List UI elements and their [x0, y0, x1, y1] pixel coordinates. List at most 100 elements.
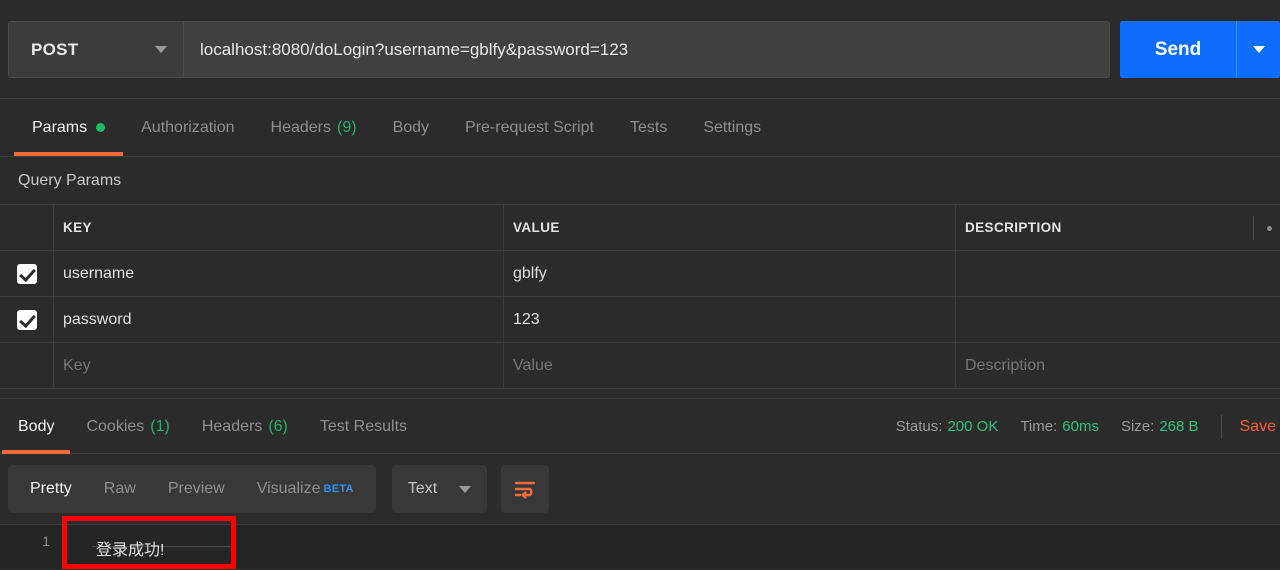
- tab-headers-count: (9): [337, 118, 357, 136]
- http-method-label: POST: [31, 39, 79, 59]
- row-checkbox-cell: [0, 343, 54, 388]
- header-description-cell: DESCRIPTION: [956, 205, 1280, 250]
- size-label: Size:: [1120, 418, 1155, 435]
- row-key-value: username: [63, 264, 135, 282]
- time-badge: Time: 60ms: [1020, 418, 1099, 435]
- url-input[interactable]: localhost:8080/doLogin?username=gblfy&pa…: [184, 22, 1109, 77]
- response-meta: Status: 200 OK Time: 60ms Size: 268 B Save: [896, 399, 1280, 454]
- header-value-cell: VALUE: [504, 205, 956, 250]
- row-description-cell[interactable]: [956, 251, 1280, 296]
- row-checkbox[interactable]: [16, 309, 37, 330]
- row-key-cell[interactable]: password: [54, 297, 504, 342]
- header-divider: [1253, 216, 1254, 240]
- row-value-value: 123: [513, 310, 540, 328]
- wrap-text-icon: [514, 481, 536, 499]
- save-response-button[interactable]: Save: [1240, 418, 1276, 436]
- response-body-viewer[interactable]: 1 登录成功!: [0, 524, 1280, 569]
- meta-divider: [1220, 414, 1222, 439]
- tab-pre-request-script[interactable]: Pre-request Script: [447, 99, 612, 156]
- response-tab-cookies-count: (1): [150, 417, 170, 435]
- column-header-key: KEY: [63, 220, 92, 235]
- table-row[interactable]: username gblfy: [0, 251, 1280, 297]
- send-button[interactable]: Send: [1120, 21, 1236, 78]
- tab-tests-label: Tests: [629, 118, 668, 136]
- format-pretty[interactable]: Pretty: [14, 465, 88, 513]
- tab-params[interactable]: Params: [14, 99, 124, 156]
- row-value-value: gblfy: [513, 264, 547, 282]
- row-key-cell[interactable]: username: [54, 251, 504, 296]
- params-indicator-dot: [96, 123, 106, 132]
- response-tabs: Body Cookies (1) Headers (6) Test Result…: [0, 398, 1280, 454]
- status-value: 200 OK: [947, 418, 999, 435]
- response-tab-cookies[interactable]: Cookies (1): [70, 399, 185, 454]
- column-header-description: DESCRIPTION: [965, 220, 1062, 235]
- row-value-cell[interactable]: 123: [504, 297, 956, 342]
- tab-pre-request-script-label: Pre-request Script: [465, 118, 594, 136]
- format-pretty-label: Pretty: [30, 480, 72, 497]
- format-raw[interactable]: Raw: [88, 465, 152, 513]
- send-options-button[interactable]: [1236, 21, 1280, 78]
- request-tabs: Params Authorization Headers (9) Body Pr…: [0, 99, 1280, 157]
- row-checkbox-cell: [0, 251, 54, 296]
- column-header-value: VALUE: [513, 220, 560, 235]
- url-text: localhost:8080/doLogin?username=gblfy&pa…: [200, 39, 629, 59]
- chevron-down-icon: [1252, 46, 1265, 53]
- row-description-cell[interactable]: Description: [956, 343, 1280, 388]
- tab-authorization[interactable]: Authorization: [123, 99, 252, 156]
- row-key-value: password: [63, 310, 132, 328]
- key-placeholder: Key: [63, 356, 91, 374]
- format-visualize[interactable]: Visualize BETA: [241, 465, 370, 513]
- chevron-down-icon: [459, 485, 472, 493]
- query-params-table: KEY VALUE DESCRIPTION username gblfy pas…: [0, 205, 1280, 389]
- body-type-select[interactable]: Text: [391, 465, 488, 513]
- table-row-empty[interactable]: Key Value Description: [0, 343, 1280, 389]
- http-method-dropdown[interactable]: POST: [9, 22, 184, 77]
- tab-params-label: Params: [32, 118, 88, 136]
- table-row[interactable]: password 123: [0, 297, 1280, 343]
- header-checkbox-cell: [0, 205, 54, 250]
- row-checkbox[interactable]: [16, 263, 37, 284]
- time-value: 60ms: [1062, 418, 1099, 435]
- row-checkbox-cell: [0, 297, 54, 342]
- response-body-toolbar: Pretty Raw Preview Visualize BETA Text: [0, 454, 1280, 524]
- response-tab-cookies-label: Cookies: [86, 417, 145, 435]
- header-key-cell: KEY: [54, 205, 504, 250]
- bulk-edit-icon[interactable]: [1267, 226, 1272, 231]
- size-badge: Size: 268 B: [1121, 418, 1199, 435]
- tab-tests[interactable]: Tests: [612, 99, 685, 156]
- query-params-title: Query Params: [0, 157, 1280, 205]
- request-url-bar: POST localhost:8080/doLogin?username=gbl…: [0, 0, 1280, 99]
- tab-authorization-label: Authorization: [141, 118, 235, 136]
- format-raw-label: Raw: [103, 480, 136, 497]
- beta-badge: BETA: [323, 483, 354, 495]
- wrap-text-button[interactable]: [501, 465, 550, 513]
- response-tab-headers-count: (6): [268, 417, 288, 435]
- row-value-cell[interactable]: Value: [504, 343, 956, 388]
- tab-headers[interactable]: Headers (9): [253, 99, 375, 156]
- chevron-down-icon: [155, 46, 167, 53]
- format-preview[interactable]: Preview: [152, 465, 241, 513]
- description-placeholder: Description: [965, 356, 1046, 374]
- tab-headers-label: Headers: [270, 118, 331, 136]
- row-description-cell[interactable]: [956, 297, 1280, 342]
- body-type-value: Text: [407, 480, 438, 497]
- response-tab-body-label: Body: [18, 417, 55, 435]
- status-badge: Status: 200 OK: [896, 418, 999, 435]
- time-label: Time:: [1020, 418, 1058, 435]
- send-button-group: Send: [1120, 21, 1280, 78]
- table-header-row: KEY VALUE DESCRIPTION: [0, 205, 1280, 251]
- response-tab-headers[interactable]: Headers (6): [186, 399, 304, 454]
- response-tab-test-results[interactable]: Test Results: [304, 399, 423, 454]
- format-visualize-label: Visualize: [256, 480, 321, 497]
- url-input-group: POST localhost:8080/doLogin?username=gbl…: [8, 21, 1110, 78]
- row-value-cell[interactable]: gblfy: [504, 251, 956, 296]
- tab-body[interactable]: Body: [375, 99, 447, 156]
- line-number: 1: [42, 533, 50, 549]
- size-value: 268 B: [1159, 418, 1199, 435]
- response-tab-body[interactable]: Body: [2, 399, 71, 454]
- response-tab-test-results-label: Test Results: [319, 417, 408, 435]
- status-label: Status:: [895, 418, 943, 435]
- row-key-cell[interactable]: Key: [54, 343, 504, 388]
- tab-settings-label: Settings: [703, 118, 762, 136]
- tab-settings[interactable]: Settings: [685, 99, 779, 156]
